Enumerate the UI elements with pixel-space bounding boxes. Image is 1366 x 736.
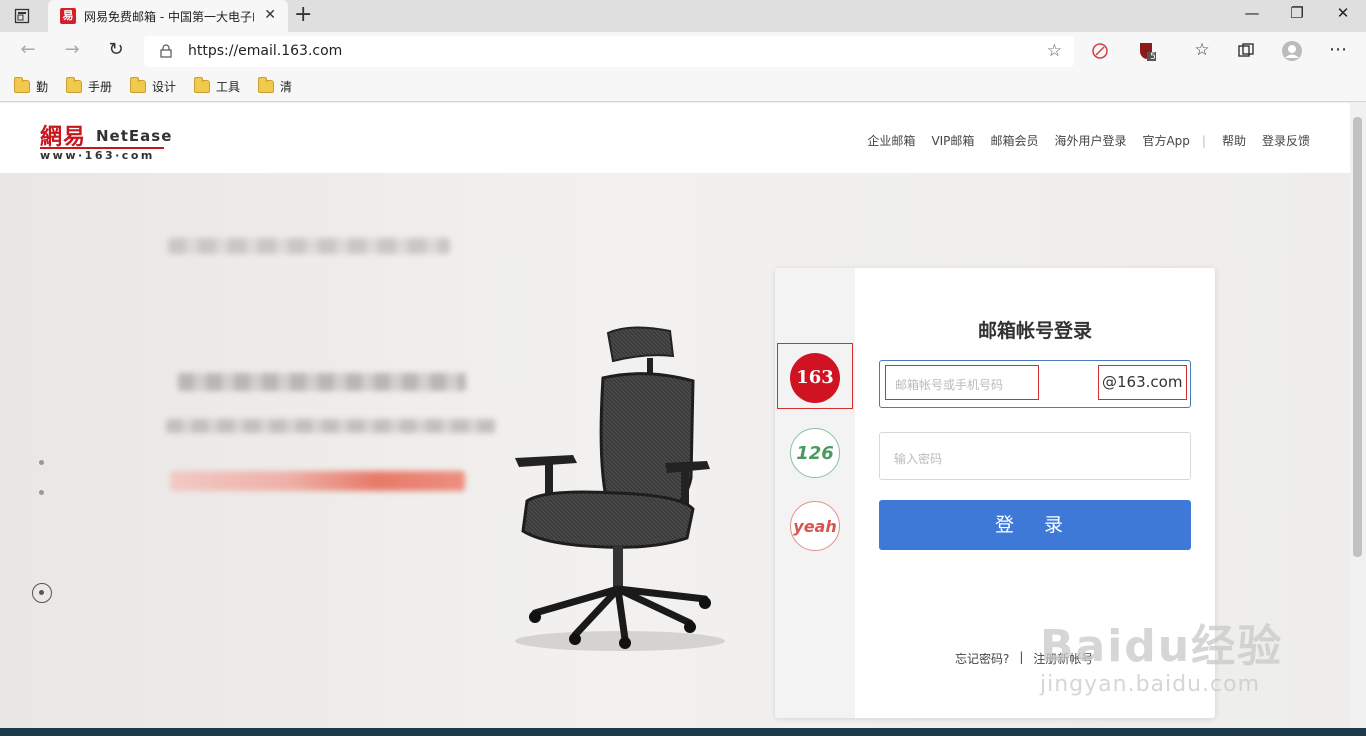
- login-title: 邮箱帐号登录: [977, 320, 1092, 342]
- logo-www-text: www·163·com: [40, 149, 155, 162]
- forgot-password-link[interactable]: 忘记密码?: [955, 650, 1009, 667]
- bookmark-folder[interactable]: 勤: [14, 76, 48, 95]
- nav-vip-mail[interactable]: VIP邮箱: [931, 132, 974, 149]
- new-tab-button[interactable]: +: [294, 4, 312, 26]
- folder-icon: [14, 76, 30, 93]
- carousel-dot[interactable]: [39, 490, 44, 495]
- watermark-sub-text: jingyan.baidu.com: [1040, 672, 1261, 697]
- nav-login-feedback[interactable]: 登录反馈: [1262, 132, 1310, 149]
- watermark-main-text: Baidu经验: [1040, 621, 1284, 672]
- add-favorite-icon[interactable]: ☆: [1047, 41, 1062, 61]
- profile-avatar-icon[interactable]: [1282, 41, 1302, 61]
- blurred-headline: [168, 238, 450, 254]
- refresh-button[interactable]: ↻: [105, 40, 127, 60]
- nav-enterprise-mail[interactable]: 企业邮箱: [867, 132, 915, 149]
- links-separator: |: [1019, 650, 1024, 664]
- netease-favicon-icon: 易: [60, 8, 76, 24]
- back-button[interactable]: ←: [17, 40, 39, 60]
- mail-126-tab[interactable]: 126: [790, 428, 840, 478]
- lock-icon[interactable]: [160, 44, 172, 58]
- forward-button[interactable]: →: [61, 40, 83, 60]
- site-header: 網易 NetEase www·163·com 企业邮箱 VIP邮箱 邮箱会员 海…: [0, 103, 1350, 173]
- folder-icon: [66, 76, 82, 93]
- logo-en-text: NetEase: [96, 127, 173, 145]
- mailbox-type-sidebar: 163 126 yeah: [775, 268, 855, 718]
- blurred-promo-button[interactable]: [170, 471, 465, 491]
- close-window-button[interactable]: ✕: [1331, 4, 1355, 22]
- nav-mail-member[interactable]: 邮箱会员: [990, 132, 1038, 149]
- extension-badge: 5: [1150, 52, 1156, 62]
- nav-help[interactable]: 帮助: [1222, 132, 1246, 149]
- collections-icon[interactable]: [1236, 41, 1256, 61]
- account-input-placeholder[interactable]: 邮箱帐号或手机号码: [885, 365, 1039, 400]
- account-domain-suffix: @163.com: [1098, 365, 1187, 400]
- password-field[interactable]: 输入密码: [879, 432, 1191, 480]
- folder-icon: [130, 76, 146, 93]
- extension-icon[interactable]: [1090, 41, 1110, 61]
- header-nav: 企业邮箱 VIP邮箱 邮箱会员 海外用户登录 官方App | 帮助 登录反馈: [851, 132, 1310, 149]
- bookmark-folder[interactable]: 工具: [194, 76, 240, 95]
- netease-logo[interactable]: 網易 NetEase www·163·com: [40, 119, 171, 162]
- favorites-icon[interactable]: ☆: [1191, 40, 1213, 60]
- bookmark-folder[interactable]: 手册: [66, 76, 112, 95]
- minimize-button[interactable]: —: [1240, 4, 1264, 22]
- mail-163-tab[interactable]: 163: [790, 353, 840, 403]
- blurred-subtitle: [178, 373, 466, 391]
- mail-yeah-tab[interactable]: yeah: [790, 501, 840, 551]
- office-chair-image: [515, 326, 725, 651]
- close-tab-icon[interactable]: ✕: [264, 7, 276, 23]
- folder-icon: [258, 76, 274, 93]
- nav-overseas-login[interactable]: 海外用户登录: [1054, 132, 1126, 149]
- scrollbar-thumb[interactable]: [1353, 117, 1362, 557]
- carousel-dot-active[interactable]: [32, 583, 52, 603]
- login-button[interactable]: 登 录: [879, 500, 1191, 550]
- folder-icon: [194, 76, 210, 93]
- maximize-button[interactable]: ❐: [1285, 4, 1309, 22]
- settings-menu-icon[interactable]: ⋯: [1327, 40, 1349, 60]
- bookmark-folder[interactable]: 清: [258, 76, 292, 95]
- blurred-description: [166, 419, 496, 433]
- nav-separator: |: [1201, 133, 1206, 148]
- address-bar[interactable]: https://email.163.com ☆: [144, 36, 1074, 67]
- active-tab[interactable]: 易 网易免费邮箱 - 中国第一大电子邮件服务商 ✕: [48, 0, 288, 32]
- tab-actions-icon[interactable]: [14, 8, 30, 24]
- page-scrollbar[interactable]: [1350, 103, 1366, 728]
- nav-official-app[interactable]: 官方App: [1142, 132, 1189, 149]
- browser-toolbar: ← → ↻ https://email.163.com ☆ 5 ☆ ⋯: [0, 32, 1366, 70]
- os-taskbar: [0, 728, 1366, 736]
- tab-title: 网易免费邮箱 - 中国第一大电子邮件服务商: [84, 10, 254, 24]
- tab-bar: 易 网易免费邮箱 - 中国第一大电子邮件服务商 ✕ + — ❐ ✕: [0, 0, 1366, 32]
- carousel-dot[interactable]: [39, 460, 44, 465]
- baidu-watermark: Baidu经验 jingyan.baidu.com: [1040, 610, 1283, 697]
- url-text[interactable]: https://email.163.com: [188, 43, 342, 59]
- bookmark-folder[interactable]: 设计: [130, 76, 176, 95]
- bookmarks-bar: 勤 手册 设计 工具 清: [0, 70, 1366, 102]
- account-field[interactable]: 邮箱帐号或手机号码 @163.com: [879, 360, 1191, 408]
